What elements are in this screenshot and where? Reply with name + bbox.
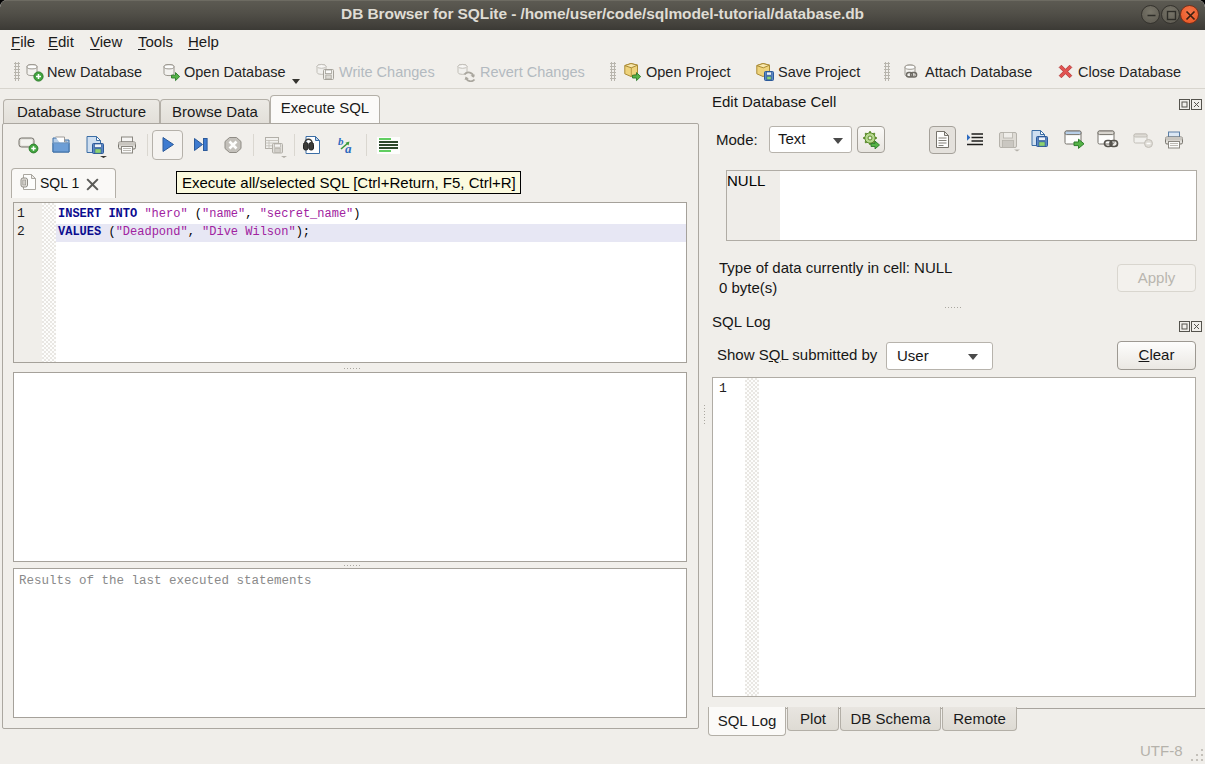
svg-text:b: b: [338, 136, 344, 147]
